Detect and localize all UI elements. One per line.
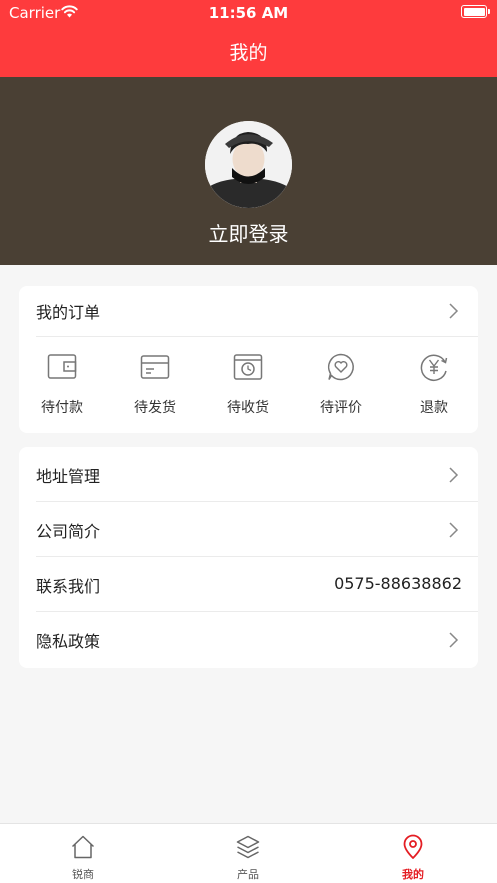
login-link[interactable]: 立即登录 [0,218,497,247]
orders-card: 我的订单 待付款 待发货 待收货 待评价 退款 [19,286,478,433]
card-icon [140,355,170,379]
my-orders-row[interactable]: 我的订单 [19,286,478,337]
location-pin-icon [403,834,423,859]
divider [36,611,478,612]
chevron-right-icon [449,303,459,319]
divider [36,556,478,557]
my-orders-label: 我的订单 [36,303,101,322]
tab-label: 产品 [237,868,259,881]
order-status-label: 待评价 [320,400,362,416]
heart-chat-icon [327,353,354,381]
yen-refund-icon [420,354,448,382]
order-status-pending-receipt[interactable]: 待收货 [213,352,283,422]
order-status-label: 退款 [420,400,448,416]
divider [36,336,478,337]
menu-item-label: 公司简介 [36,522,101,541]
tab-products[interactable]: 产品 [198,824,298,883]
avatar-photo [205,121,292,208]
profile-header: 立即登录 [0,77,497,265]
order-status-pending-shipment[interactable]: 待发货 [120,352,190,422]
order-status-pending-review[interactable]: 待评价 [306,352,376,422]
page-title: 我的 [229,42,268,64]
contact-phone[interactable]: 0575-88638862 [334,574,462,593]
menu-item-contact[interactable]: 联系我们 0575-88638862 [19,560,478,611]
menu-item-label: 地址管理 [36,467,101,486]
divider [36,501,478,502]
avatar[interactable] [205,121,292,208]
tab-bar: 锐商 产品 我的 [0,823,497,883]
menu-item-privacy-policy[interactable]: 隐私政策 [19,615,478,666]
tab-home[interactable]: 锐商 [33,824,133,883]
package-clock-icon [233,354,263,380]
layers-icon [236,835,260,859]
wallet-icon [47,354,77,379]
menu-item-label: 隐私政策 [36,632,101,651]
chevron-right-icon [449,467,459,483]
order-status-label: 待收货 [227,400,269,416]
menu-item-company-profile[interactable]: 公司简介 [19,505,478,556]
order-status-refund[interactable]: 退款 [399,352,469,422]
status-time: 11:56 AM [208,4,289,22]
menu-item-address[interactable]: 地址管理 [19,450,478,501]
tab-label: 锐商 [72,868,94,881]
order-status-label: 待发货 [134,400,176,416]
home-icon [71,835,95,859]
tab-mine[interactable]: 我的 [363,824,463,883]
status-bar: Carrier 11:56 AM [0,0,497,26]
order-status-pending-payment[interactable]: 待付款 [27,352,97,422]
chevron-right-icon [449,632,459,648]
menu-card: 地址管理 公司简介 联系我们 0575-88638862 隐私政策 [19,447,478,668]
chevron-right-icon [449,522,459,538]
tab-label: 我的 [402,868,424,881]
nav-bar: 我的 [0,26,497,77]
menu-item-label: 联系我们 [36,577,101,596]
order-status-label: 待付款 [41,400,83,416]
battery-icon [461,5,490,18]
